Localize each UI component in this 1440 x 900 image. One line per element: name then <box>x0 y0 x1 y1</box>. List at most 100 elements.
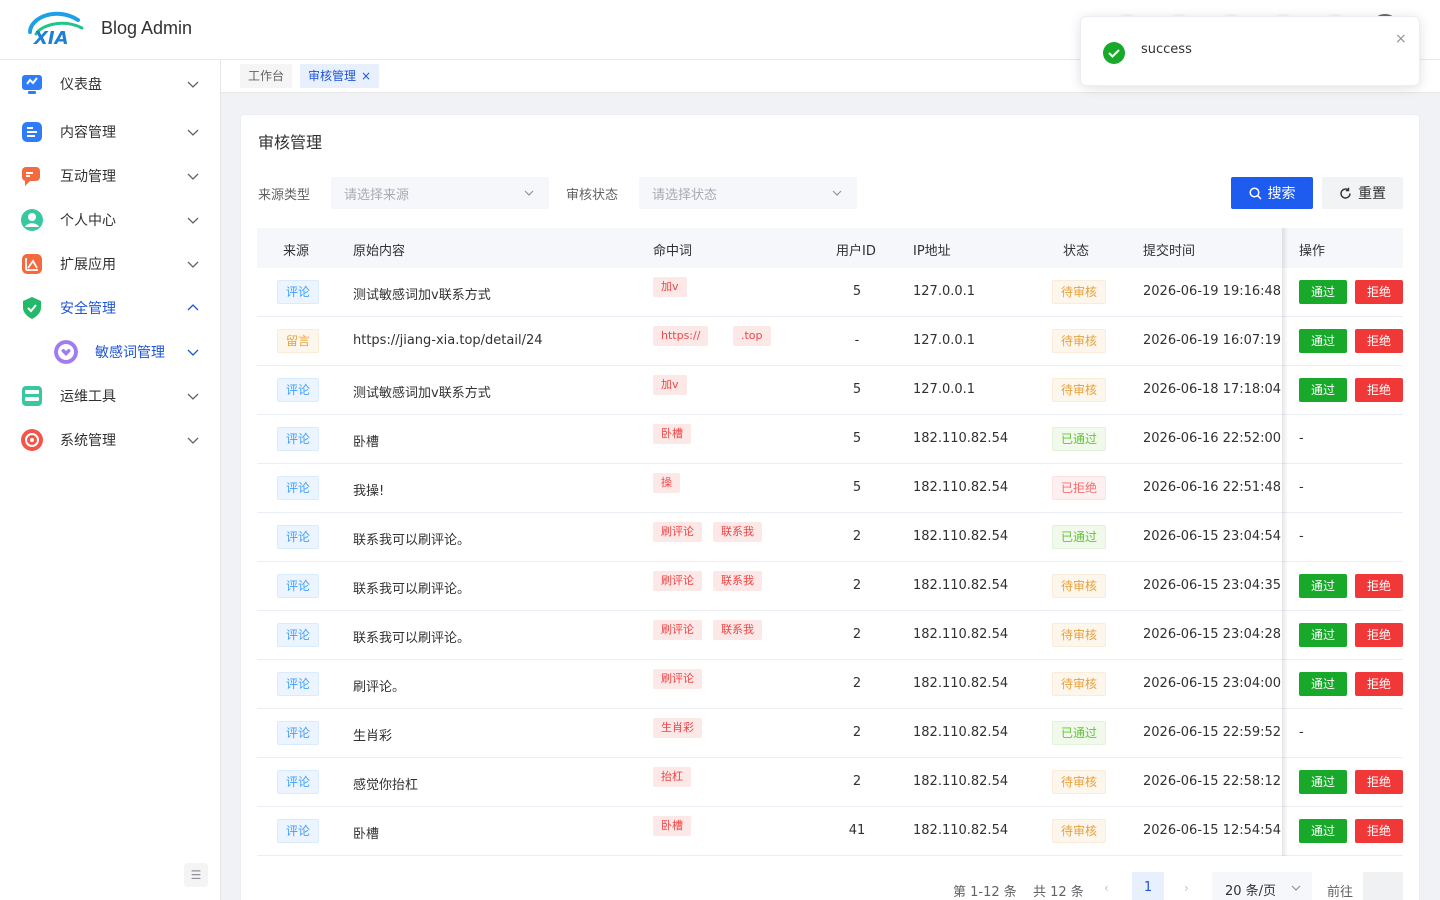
search-icon <box>1248 186 1262 200</box>
keyword-tag: 卧槽 <box>653 816 691 836</box>
status-select[interactable]: 请选择状态 <box>639 177 857 209</box>
jump-page-input[interactable] <box>1363 872 1403 900</box>
approve-button[interactable]: 通过 <box>1299 672 1347 696</box>
status-badge: 待审核 <box>1052 672 1107 696</box>
source-tag: 评论 <box>277 525 320 549</box>
sidebar-item-ops[interactable]: 运维工具 <box>0 374 220 418</box>
status-badge: 待审核 <box>1052 329 1107 353</box>
col-actions: 操作 <box>1299 244 1326 259</box>
table-header: 来源 原始内容 命中词 用户ID IP地址 状态 提交时间 操作 <box>257 228 1403 268</box>
source-tag: 评论 <box>277 819 320 843</box>
logo-text: XIA <box>33 28 69 49</box>
approve-button[interactable]: 通过 <box>1299 770 1347 794</box>
approve-button[interactable]: 通过 <box>1299 378 1347 402</box>
sidebar-item-dashboard[interactable]: 仪表盘 <box>0 62 220 106</box>
table-row: 留言 https://jiang-xia.top/detail/24 https:/… <box>257 317 1403 366</box>
reject-button[interactable]: 拒绝 <box>1355 329 1403 353</box>
sidebar-item-profile[interactable]: 个人中心 <box>0 198 220 242</box>
dashboard-icon <box>22 75 42 94</box>
user-id-cell: 2 <box>852 725 862 740</box>
source-filter-label: 来源类型 <box>258 188 311 203</box>
no-action-placeholder: - <box>1299 529 1304 544</box>
table-row: 评论 生肖彩 生肖彩 2 182.110.82.54 已通过 2026-06-15 22:5… <box>257 709 1403 758</box>
content-cell: 测试敏感词加v联系方式 <box>353 288 491 303</box>
page-size-select[interactable]: 20 条/页 <box>1212 872 1312 900</box>
no-action-placeholder: - <box>1299 431 1304 446</box>
page-size-value: 20 条/页 <box>1225 884 1277 899</box>
ip-cell: 182.110.82.54 <box>913 431 1009 446</box>
status-badge: 待审核 <box>1052 770 1107 794</box>
tab-workbench[interactable]: 工作台 <box>240 64 293 88</box>
search-button[interactable]: 搜索 <box>1231 177 1313 209</box>
keyword-tag: 抬杠 <box>653 767 691 787</box>
approve-button[interactable]: 通过 <box>1299 329 1347 353</box>
table-row: 评论 卧槽 卧槽 41 182.110.82.54 待审核 2026-06-15 12:54… <box>257 807 1403 856</box>
time-cell: 2026-06-15 22:59:52 <box>1143 725 1282 740</box>
search-button-label: 搜索 <box>1267 186 1296 202</box>
approve-button[interactable]: 通过 <box>1299 819 1347 843</box>
reject-button[interactable]: 拒绝 <box>1355 770 1403 794</box>
content-cell: 生肖彩 <box>353 729 393 744</box>
tab-label: 审核管理 <box>308 69 357 83</box>
keyword-tag: 刷评论 <box>653 669 702 689</box>
keyword-tag: 联系我 <box>713 522 762 542</box>
sidebar-item-label: 安全管理 <box>60 301 116 317</box>
sidebar-item-label: 内容管理 <box>60 125 116 141</box>
content-cell: 测试敏感词加v联系方式 <box>353 386 491 401</box>
reject-button[interactable]: 拒绝 <box>1355 672 1403 696</box>
xia-logo[interactable]: XIA <box>22 8 90 50</box>
reject-button[interactable]: 拒绝 <box>1355 574 1403 598</box>
reject-button[interactable]: 拒绝 <box>1355 819 1403 843</box>
keyword-tag: 操 <box>653 473 680 493</box>
reject-button[interactable]: 拒绝 <box>1355 280 1403 304</box>
sidebar-item-interaction[interactable]: 互动管理 <box>0 154 220 198</box>
keyword-tag: 刷评论 <box>653 620 702 640</box>
keyword-tag: 联系我 <box>713 571 762 591</box>
chevron-down-icon <box>187 129 199 136</box>
tab-audit[interactable]: 审核管理 × <box>300 64 380 88</box>
collapse-sidebar-button[interactable]: ☰ <box>184 863 208 887</box>
content-cell: https://jiang-xia.top/detail/24 <box>353 333 543 348</box>
sidebar-item-sensitive-words[interactable]: 敏感词管理 <box>0 330 220 374</box>
content-cell: 卧槽 <box>353 827 380 842</box>
time-cell: 2026-06-15 23:04:00 <box>1143 676 1282 691</box>
content-cell: 我操! <box>353 484 385 499</box>
approve-button[interactable]: 通过 <box>1299 574 1347 598</box>
col-content: 原始内容 <box>353 244 406 259</box>
no-action-placeholder: - <box>1299 480 1304 495</box>
close-icon[interactable]: × <box>1395 31 1407 47</box>
col-source: 来源 <box>283 244 310 259</box>
pagination-range: 第 1-12 条 <box>953 885 1017 900</box>
source-tag: 评论 <box>277 280 320 304</box>
chevron-down-icon <box>524 190 534 196</box>
user-id-cell: - <box>854 333 860 348</box>
reset-button[interactable]: 重置 <box>1322 177 1403 209</box>
approve-button[interactable]: 通过 <box>1299 280 1347 304</box>
user-id-cell: 41 <box>848 823 866 838</box>
source-tag: 评论 <box>277 721 320 745</box>
sidebar-item-system[interactable]: 系统管理 <box>0 418 220 462</box>
approve-button[interactable]: 通过 <box>1299 623 1347 647</box>
sidebar-item-content[interactable]: 内容管理 <box>0 110 220 154</box>
reject-button[interactable]: 拒绝 <box>1355 623 1403 647</box>
table-row: 评论 联系我可以刷评论。 刷评论 联系我 2 182.110.82.54 已通过 2026-0… <box>257 513 1403 562</box>
source-select[interactable]: 请选择来源 <box>331 177 549 209</box>
keyword-tag: 卧槽 <box>653 424 691 444</box>
close-icon[interactable]: × <box>361 69 371 83</box>
next-page-button[interactable]: › <box>1184 881 1189 895</box>
ip-cell: 182.110.82.54 <box>913 529 1009 544</box>
time-cell: 2026-06-16 22:52:00 <box>1143 431 1282 446</box>
reject-button[interactable]: 拒绝 <box>1355 378 1403 402</box>
sidebar-item-extensions[interactable]: 扩展应用 <box>0 242 220 286</box>
user-id-cell: 2 <box>852 774 862 789</box>
sidebar-item-label: 互动管理 <box>60 169 116 185</box>
success-check-icon <box>1103 42 1125 64</box>
sidebar-item-label: 运维工具 <box>60 389 116 405</box>
prev-page-button[interactable]: ‹ <box>1104 881 1109 895</box>
source-tag: 评论 <box>277 427 320 451</box>
status-badge: 待审核 <box>1052 378 1107 402</box>
content-cell: 联系我可以刷评论。 <box>353 533 471 548</box>
page-number-1[interactable]: 1 <box>1132 872 1164 900</box>
sidebar-item-security[interactable]: 安全管理 <box>0 286 220 330</box>
user-icon <box>21 209 43 231</box>
